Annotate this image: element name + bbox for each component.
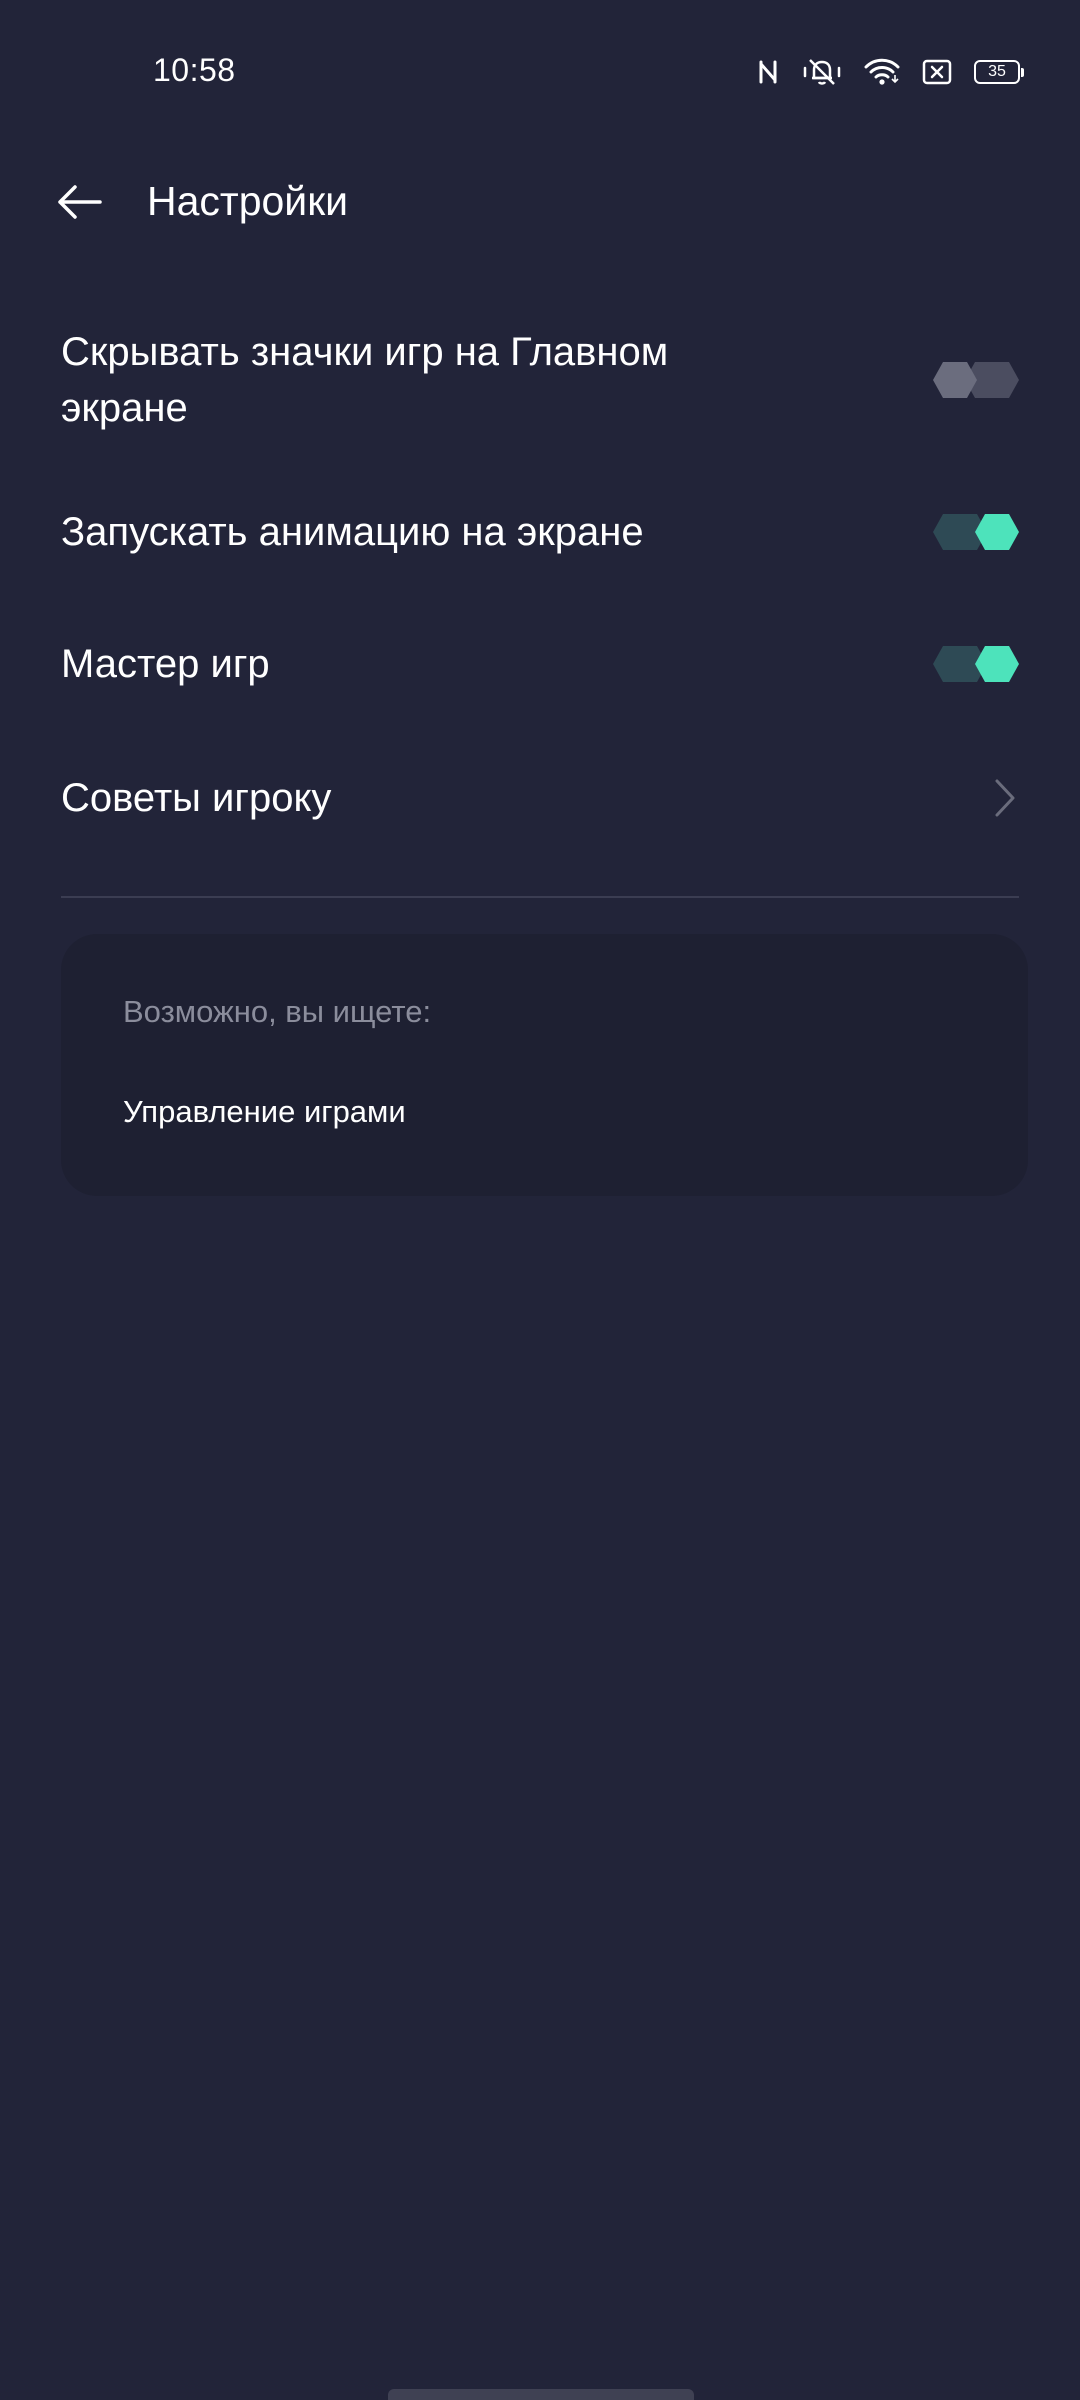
- divider: [61, 896, 1019, 898]
- page-title: Настройки: [147, 178, 349, 224]
- setting-label: Скрывать значки игр на Главном экране: [61, 330, 669, 430]
- home-indicator[interactable]: [388, 2389, 694, 2400]
- screen-animation-toggle[interactable]: [933, 514, 1019, 550]
- battery-icon: 35: [974, 60, 1024, 84]
- setting-player-tips[interactable]: Советы игроку: [61, 766, 1019, 830]
- status-time: 10:58: [153, 52, 236, 88]
- game-master-toggle[interactable]: [933, 646, 1019, 682]
- suggestions-heading: Возможно, вы ищете:: [123, 994, 432, 1029]
- suggestion-game-management[interactable]: Управление играми: [123, 1094, 406, 1130]
- wifi-icon: [864, 57, 900, 87]
- arrow-left-icon: [58, 185, 102, 219]
- setting-label: Советы игроку: [61, 776, 332, 820]
- setting-label: Запускать анимацию на экране: [61, 510, 644, 554]
- setting-screen-animation[interactable]: Запускать анимацию на экране: [61, 500, 1019, 564]
- setting-game-master[interactable]: Мастер игр: [61, 632, 1019, 696]
- status-bar: 10:58 35: [0, 0, 1080, 144]
- hide-game-icons-toggle[interactable]: [933, 362, 1019, 398]
- back-button[interactable]: [50, 172, 110, 232]
- nfc-icon: [756, 58, 780, 86]
- app-header: Настройки: [0, 160, 1080, 242]
- silent-bell-icon: [802, 56, 842, 88]
- suggestions-card: Возможно, вы ищете: Управление играми: [61, 934, 1028, 1196]
- chevron-right-icon: [991, 778, 1019, 818]
- no-sim-icon: [922, 58, 952, 86]
- status-icons: 35: [756, 52, 1024, 92]
- setting-label: Мастер игр: [61, 642, 270, 686]
- setting-hide-game-icons[interactable]: Скрывать значки игр на Главном экране: [61, 320, 1019, 440]
